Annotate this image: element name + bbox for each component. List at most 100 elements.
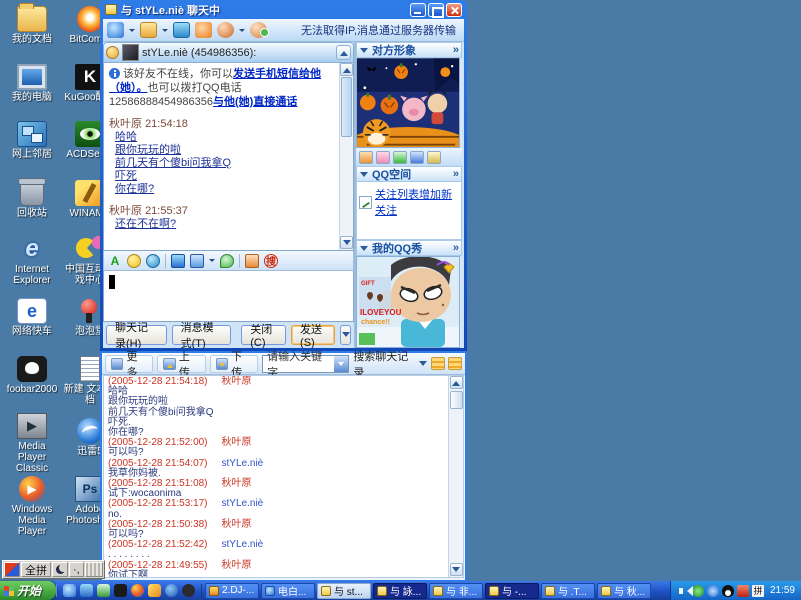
minimize-button[interactable] (410, 3, 426, 17)
clock[interactable]: 21:59 (770, 585, 795, 596)
music-icon[interactable] (195, 22, 212, 38)
tray-ime-icon[interactable]: 拼 (752, 585, 764, 597)
send-file-icon[interactable] (140, 22, 157, 38)
desktop-icon-internet-explorer[interactable]: eInternet Explorer (3, 236, 61, 286)
desktop-icon-flashget[interactable]: e网络快车 (3, 298, 61, 337)
quicklaunch-ie-icon[interactable] (63, 584, 76, 597)
desktop-icon-my-computer[interactable]: 我的电脑 (3, 64, 61, 103)
scrollbar-down-icon[interactable] (340, 236, 353, 249)
combobox-dropdown-icon[interactable] (334, 356, 348, 372)
keyword-combobox[interactable]: 请输入关键字 (262, 355, 349, 373)
peer-card-icon[interactable] (359, 151, 373, 164)
chat-history-button[interactable]: 聊天记录(H) (106, 325, 167, 345)
mobile-message-icon[interactable] (245, 254, 259, 268)
scrollbar-thumb[interactable] (341, 77, 352, 137)
tray-thunder-icon[interactable] (707, 585, 719, 597)
more-chevron-icon[interactable]: » (453, 44, 458, 56)
send-file-dropdown-icon[interactable] (162, 29, 168, 35)
search-icon[interactable]: 搜 (264, 254, 278, 268)
font-icon[interactable]: A (108, 254, 122, 268)
refresh-icon[interactable] (393, 151, 407, 164)
tray-green-icon[interactable] (692, 585, 704, 597)
task-chat-t[interactable]: 与 .T... (541, 583, 595, 599)
more-chevron-icon[interactable]: » (453, 242, 458, 254)
emoticon-icon[interactable] (127, 254, 141, 268)
send-image-icon[interactable] (171, 254, 185, 268)
history-scrollbar[interactable] (448, 376, 463, 577)
search-dropdown-icon[interactable] (419, 361, 427, 370)
more-button[interactable]: 更多 (105, 355, 153, 373)
desktop-icon-network-places[interactable]: 网上邻居 (3, 121, 61, 160)
scrollbar-up-icon[interactable] (340, 63, 353, 76)
send-options-dropdown-icon[interactable] (340, 325, 351, 345)
voice-chat-icon[interactable] (217, 22, 234, 38)
task-chat-fei[interactable]: 与 非... (429, 583, 483, 599)
history-content[interactable]: (2005-12-28 21:54:18)秋叶原 哈哈 跟你玩玩的啦 前几天有个… (103, 375, 464, 578)
desktop-icon-recycle-bin[interactable]: 回收站 (3, 180, 61, 219)
task-chat-yong[interactable]: 与 詠... (373, 583, 427, 599)
webcam-dropdown-icon[interactable] (129, 29, 135, 35)
desktop-icon-my-documents[interactable]: 我的文档 (3, 6, 61, 45)
download-button[interactable]: 下传 (210, 355, 258, 373)
collapse-icon[interactable] (360, 246, 368, 255)
close-button[interactable] (446, 3, 462, 17)
maximize-button[interactable] (428, 3, 444, 17)
voice-dropdown-icon[interactable] (239, 29, 245, 35)
quicklaunch-winamp-icon[interactable] (148, 584, 161, 597)
screen-capture-icon[interactable] (190, 254, 204, 268)
collapse-icon[interactable] (360, 172, 368, 181)
message-mode-button[interactable]: 消息模式(T) (172, 325, 232, 345)
qqshow-mall-icon[interactable] (376, 151, 390, 164)
message-input[interactable] (103, 271, 354, 322)
scrollbar-down-icon[interactable] (450, 563, 463, 576)
desktop-icon-foobar2000[interactable]: foobar2000 (3, 356, 61, 395)
desktop-icon-windows-media-player[interactable]: ▶Windows Media Player (3, 476, 61, 537)
ime-mode[interactable]: 全拼 (21, 562, 51, 577)
add-contact-icon[interactable] (250, 22, 267, 38)
scrollbar-thumb[interactable] (450, 391, 463, 409)
qq-call-link[interactable]: 与他(她)直接通话 (213, 96, 297, 108)
quicklaunch-qq-icon[interactable] (165, 584, 178, 597)
task-chat-qiu[interactable]: 与 秋... (597, 583, 651, 599)
quicklaunch-foobar-icon[interactable] (114, 584, 127, 597)
webcam-icon[interactable] (107, 22, 124, 38)
ime-logo-icon[interactable] (4, 562, 20, 577)
scroll-up-button[interactable] (336, 45, 351, 60)
start-button[interactable]: 开始 (0, 581, 56, 600)
qzone-header[interactable]: QQ空间 » (356, 166, 462, 182)
quicklaunch-wmp-icon[interactable] (131, 584, 144, 597)
quick-reply-icon[interactable] (220, 254, 234, 268)
signature-icon[interactable] (427, 151, 441, 164)
task-chat-dash[interactable]: 与 -... (485, 583, 539, 599)
qqshow-header[interactable]: 我的QQ秀 » (356, 240, 462, 256)
message-scrollbar[interactable] (339, 63, 353, 250)
close-chat-button[interactable]: 关闭(C) (241, 325, 286, 345)
task-dj-music[interactable]: 2.DJ-... (205, 583, 259, 599)
tray-red-icon[interactable] (737, 585, 749, 597)
peer-avatar[interactable] (122, 44, 139, 61)
peer-image-header[interactable]: 对方形象 » (356, 42, 462, 58)
task-webpage[interactable]: 电白... (261, 583, 315, 599)
friends-icon[interactable] (410, 151, 424, 164)
ime-fullhalf-moon-icon[interactable] (52, 562, 68, 577)
desktop-icon-media-player-classic[interactable]: ▶Media Player Classic (3, 413, 61, 474)
send-button[interactable]: 发送(S) (291, 325, 335, 345)
chat-window-titlebar[interactable]: 与 stYLe.niè 聊天中 (103, 0, 464, 19)
tray-qq-icon[interactable] (722, 585, 734, 597)
more-chevron-icon[interactable]: » (453, 168, 458, 180)
magic-emoticon-icon[interactable] (146, 254, 160, 268)
collapse-icon[interactable] (360, 48, 368, 57)
view-window-icon[interactable] (448, 357, 462, 370)
quicklaunch-player-icon[interactable] (182, 584, 195, 597)
qzone-follow-link[interactable]: 关注列表增加新关注 (359, 186, 459, 218)
view-list-icon[interactable] (431, 357, 445, 370)
ime-punctuation[interactable]: ·, (69, 562, 84, 577)
task-chat-style[interactable]: 与 st... (317, 583, 371, 599)
volume-icon[interactable] (677, 585, 689, 597)
message-display-area[interactable]: 该好友不在线，你可以发送手机短信给他（她）。也可以拨打QQ电话125868884… (103, 63, 354, 251)
quicklaunch-app-icon[interactable] (97, 584, 110, 597)
scrollbar-up-icon[interactable] (450, 376, 463, 389)
quicklaunch-mail-icon[interactable] (80, 584, 93, 597)
capture-dropdown-icon[interactable] (209, 259, 215, 265)
app-share-icon[interactable] (173, 22, 190, 38)
